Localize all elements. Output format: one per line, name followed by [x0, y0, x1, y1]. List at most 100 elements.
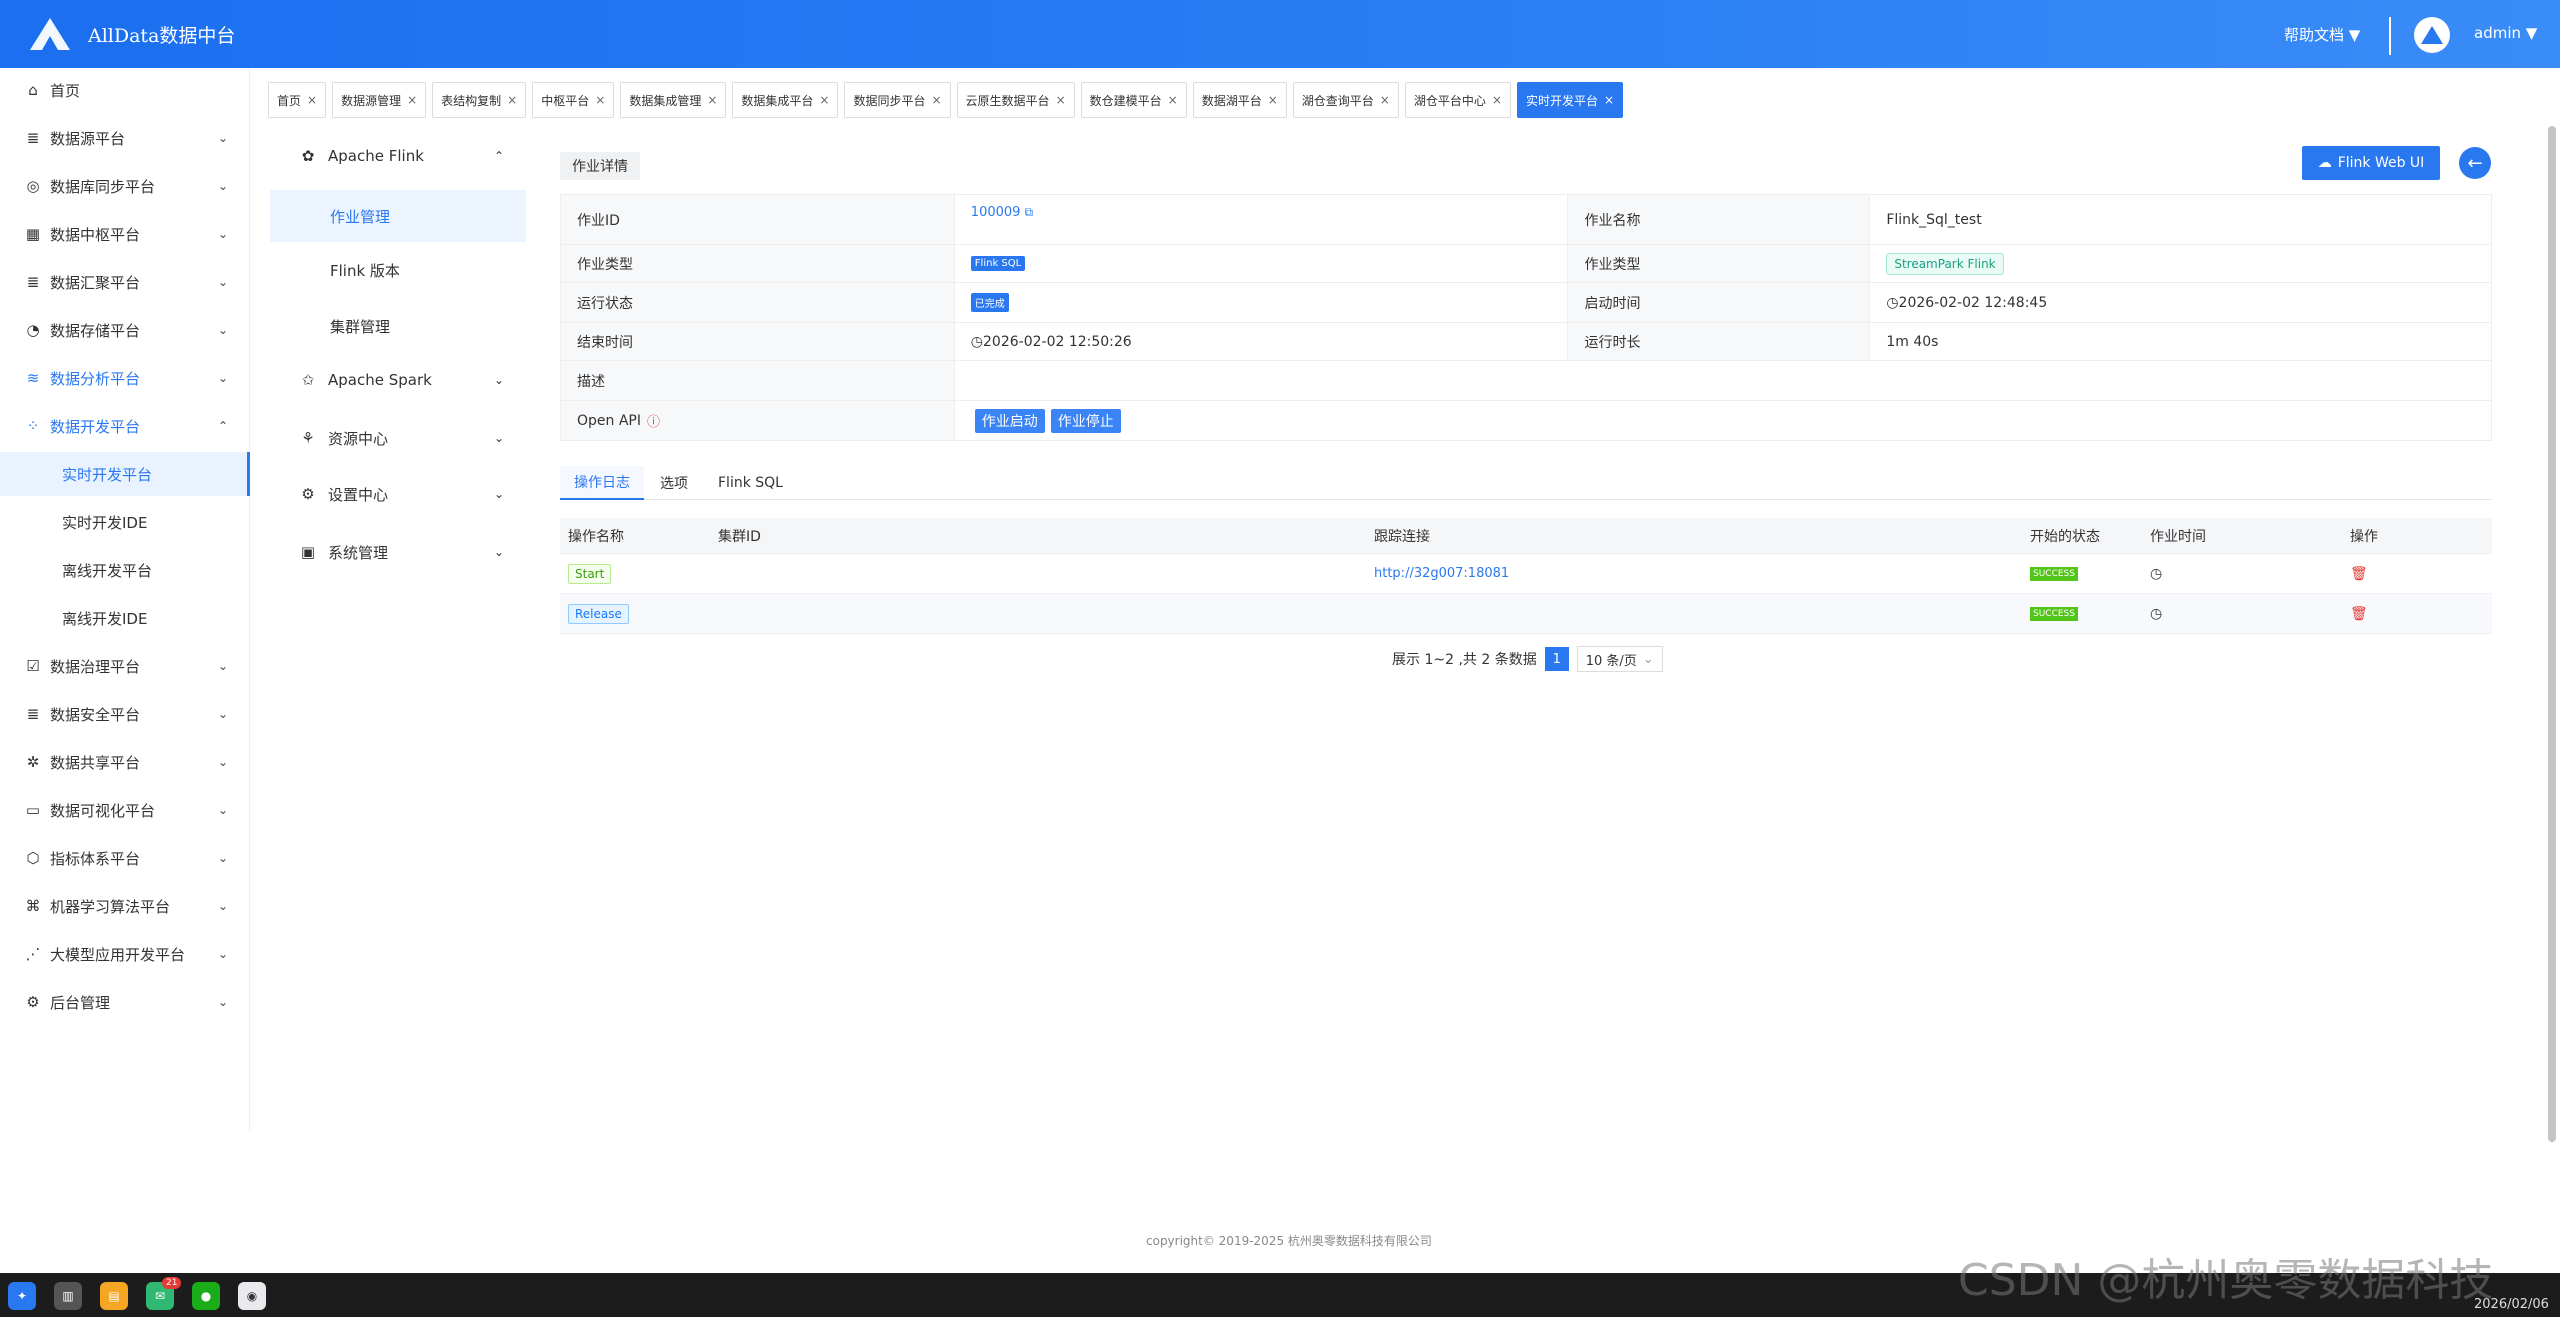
tab-datasource[interactable]: 数据源管理 ×: [332, 82, 427, 118]
watermark: CSDN @杭州奥零数据科技: [1958, 1255, 2494, 1306]
question-icon[interactable]: ⓘ: [647, 411, 660, 430]
user-menu[interactable]: admin ▼: [2474, 24, 2537, 42]
tab-table-copy[interactable]: 表结构复制 ×: [432, 82, 527, 118]
stack-icon: ≋: [26, 369, 40, 387]
sidebar-item-ml[interactable]: ⌘ 机器学习算法平台 ⌄: [0, 884, 250, 928]
flink-web-ui-button[interactable]: ☁ Flink Web UI: [2302, 146, 2440, 180]
sidebar-item-governance[interactable]: ☑ 数据治理平台 ⌄: [0, 644, 250, 688]
sidebar-item-security[interactable]: ≣ 数据安全平台 ⌄: [0, 692, 250, 736]
close-icon[interactable]: ×: [707, 93, 717, 107]
clock-icon: ◷: [2150, 605, 2163, 622]
sidebar-item-metrics[interactable]: ⬡ 指标体系平台 ⌄: [0, 836, 250, 880]
avatar[interactable]: [2414, 17, 2450, 53]
chevron-down-icon: ⌄: [218, 851, 229, 865]
app-logo[interactable]: AllData数据中台: [26, 10, 235, 58]
close-icon[interactable]: ×: [1380, 93, 1390, 107]
start-menu-icon[interactable]: ✦: [8, 1282, 36, 1310]
sidebar-item-share[interactable]: ✲ 数据共享平台 ⌄: [0, 740, 250, 784]
sidebar-item-label: 首页: [50, 81, 81, 100]
start-time-label: 启动时间: [1568, 283, 1871, 322]
pagination-summary: 展示 1~2 ,共 2 条数据: [1392, 652, 1537, 668]
page-button-1[interactable]: 1: [1544, 647, 1569, 671]
chrome-icon[interactable]: ◉: [238, 1282, 266, 1310]
tab-operation-log[interactable]: 操作日志: [560, 466, 644, 500]
sidebar-item-offline-ide[interactable]: 离线开发IDE: [0, 596, 250, 640]
copy-icon[interactable]: ⧉: [1024, 205, 1033, 220]
wechat-icon[interactable]: ●: [192, 1282, 220, 1310]
close-icon[interactable]: ×: [819, 93, 829, 107]
tab-lakehouse-center[interactable]: 湖仓平台中心 ×: [1404, 82, 1511, 118]
cloud-icon: ☁: [2317, 155, 2332, 171]
tab-lakehouse-query[interactable]: 湖仓查询平台 ×: [1292, 82, 1399, 118]
sidebar-item-label: 数据库同步平台: [50, 177, 156, 196]
job-id-label: 作业ID: [561, 195, 955, 244]
chevron-down-icon: ⌄: [218, 275, 229, 289]
sidebar-item-db-sync[interactable]: ◎ 数据库同步平台 ⌄: [0, 164, 250, 208]
menu-system-management[interactable]: ▣ 系统管理 ⌄: [270, 526, 526, 578]
close-icon[interactable]: ×: [1056, 93, 1066, 107]
trace-link[interactable]: http://32g007:18081: [1374, 566, 1509, 581]
grid-icon: ▦: [25, 225, 41, 243]
tab-flink-sql[interactable]: Flink SQL: [704, 466, 797, 500]
chevron-down-icon: ⌄: [218, 179, 229, 193]
page-size-select[interactable]: 10 条/页 ⌄: [1576, 646, 1663, 672]
tab-integration[interactable]: 数据集成平台 ×: [732, 82, 839, 118]
close-icon[interactable]: ×: [507, 93, 517, 107]
sidebar-item-datasource[interactable]: ≣ 数据源平台 ⌄: [0, 116, 250, 160]
job-start-button[interactable]: 作业启动: [974, 408, 1045, 433]
tab-hub[interactable]: 中枢平台 ×: [532, 82, 615, 118]
cube-icon: ⬡: [26, 849, 40, 867]
close-icon[interactable]: ×: [1168, 93, 1178, 107]
close-icon[interactable]: ×: [1268, 93, 1278, 107]
sidebar-item-llm[interactable]: ⋰ 大模型应用开发平台 ⌄: [0, 932, 250, 976]
tab-realtime-dev[interactable]: 实时开发平台 ×: [1516, 82, 1624, 118]
sidebar-item-aggregate[interactable]: ≣ 数据汇聚平台 ⌄: [0, 260, 250, 304]
sidebar-item-storage[interactable]: ◔ 数据存储平台 ⌄: [0, 308, 250, 352]
page-scrollbar[interactable]: [2548, 126, 2556, 1142]
tab-options[interactable]: 选项: [646, 466, 702, 500]
tab-cloud-native[interactable]: 云原生数据平台 ×: [956, 82, 1075, 118]
menu-flink-version[interactable]: Flink 版本: [270, 244, 526, 296]
help-docs-link[interactable]: 帮助文档 ▼: [2284, 24, 2360, 45]
sidebar-item-offline-dev[interactable]: 离线开发平台: [0, 548, 250, 592]
sidebar-item-dev[interactable]: ⁘ 数据开发平台 ⌃: [0, 404, 250, 448]
sidebar-item-home[interactable]: ⌂ 首页: [0, 68, 250, 112]
tab-warehouse[interactable]: 数仓建模平台 ×: [1080, 82, 1187, 118]
sidebar-item-realtime-dev[interactable]: 实时开发平台: [0, 452, 250, 496]
close-icon[interactable]: ×: [407, 93, 417, 107]
operation-log-table: 操作名称 集群ID 跟踪连接 开始的状态 作业时间 操作 Start http:…: [560, 518, 2492, 634]
close-icon[interactable]: ×: [1604, 93, 1614, 107]
close-icon[interactable]: ×: [595, 93, 605, 107]
job-id-value[interactable]: 100009: [971, 205, 1021, 220]
close-icon[interactable]: ×: [931, 93, 941, 107]
menu-cluster-management[interactable]: 集群管理: [270, 300, 526, 352]
tab-integration-mgmt[interactable]: 数据集成管理 ×: [620, 82, 727, 118]
tab-lake[interactable]: 数据湖平台 ×: [1192, 82, 1287, 118]
caret-down-icon: ▼: [2525, 24, 2538, 42]
close-icon[interactable]: ×: [1492, 93, 1502, 107]
menu-apache-flink[interactable]: ✿ Apache Flink ⌃: [270, 130, 526, 182]
sidebar-item-admin[interactable]: ⚙ 后台管理 ⌄: [0, 980, 250, 1024]
sidebar-item-label: 数据共享平台: [50, 753, 141, 772]
action-cell: 🗑: [2342, 606, 2492, 622]
tab-sync[interactable]: 数据同步平台 ×: [844, 82, 951, 118]
tab-home[interactable]: 首页 ×: [268, 82, 327, 118]
tab-label: 湖仓平台中心: [1413, 93, 1486, 108]
sidebar-item-hub[interactable]: ▦ 数据中枢平台 ⌄: [0, 212, 250, 256]
delete-icon[interactable]: 🗑: [2350, 566, 2368, 582]
back-button[interactable]: ←: [2459, 147, 2491, 179]
menu-resource-center[interactable]: ⚘ 资源中心 ⌄: [270, 412, 526, 464]
files-icon[interactable]: ▤: [100, 1282, 128, 1310]
job-stop-button[interactable]: 作业停止: [1050, 408, 1121, 433]
menu-label: 作业管理: [330, 207, 391, 226]
menu-job-management[interactable]: 作业管理: [270, 190, 526, 242]
task-view-icon[interactable]: ▥: [54, 1282, 82, 1310]
sidebar-item-analysis[interactable]: ≋ 数据分析平台 ⌄: [0, 356, 250, 400]
chevron-down-icon: ⌄: [218, 371, 229, 385]
sidebar-item-realtime-ide[interactable]: 实时开发IDE: [0, 500, 250, 544]
delete-icon[interactable]: 🗑: [2350, 606, 2368, 622]
close-icon[interactable]: ×: [307, 93, 317, 107]
menu-apache-spark[interactable]: ✩ Apache Spark ⌄: [270, 354, 526, 406]
menu-settings-center[interactable]: ⚙ 设置中心 ⌄: [270, 468, 526, 520]
sidebar-item-visual[interactable]: ▭ 数据可视化平台 ⌄: [0, 788, 250, 832]
